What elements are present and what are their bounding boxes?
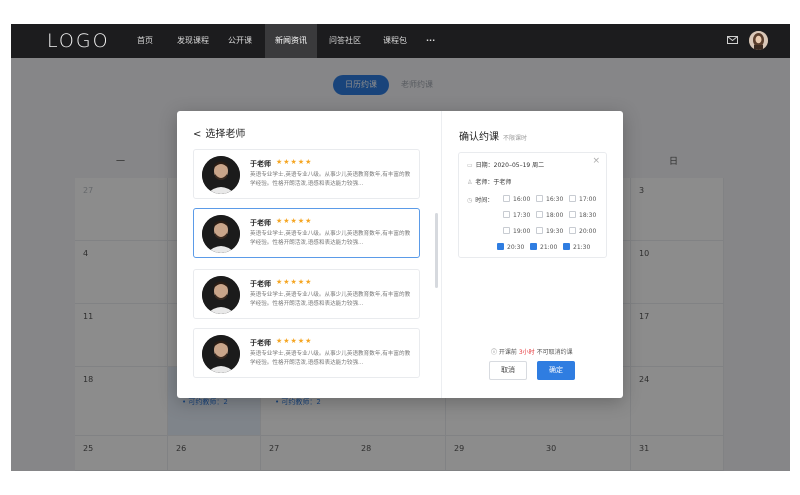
clock-icon: ◷ <box>467 197 473 204</box>
logo[interactable]: LOGO <box>47 30 110 52</box>
nav-item-news[interactable]: 新闻资讯 <box>265 24 317 58</box>
teacher-card[interactable]: 于老师 ★★★★★ 英语专业学士,英语专业八级。从事少儿英语教育数年,有丰富的教学经… <box>193 149 420 199</box>
time-slot-label: 21:00 <box>540 244 558 251</box>
date-value: 日期：2020–05–19 周二 <box>475 162 545 169</box>
teacher-name: 于老师 <box>250 280 271 288</box>
booking-modal: < 选择老师 于老师 ★★★★★ 英语专业学士,英语专业八级。从事少儿英语教育数年,有… <box>177 111 623 398</box>
teacher-photo <box>202 335 240 373</box>
top-nav: LOGO 首页 发现课程 公开课 新闻资讯 问答社区 课程包 ··· <box>11 24 790 58</box>
checkbox-icon[interactable] <box>503 227 510 234</box>
teacher-description: 英语专业学士,英语专业八级。从事少儿英语教育数年,有丰富的教学经验。性格开朗活泼… <box>250 292 411 307</box>
teacher-name: 于老师 <box>250 339 271 347</box>
time-slot-label: 16:30 <box>546 196 564 203</box>
note-hours: 3小时 <box>518 349 535 356</box>
time-slot-label: 17:30 <box>513 212 531 219</box>
time-slot-label: 18:00 <box>546 212 564 219</box>
teacher-photo <box>202 276 240 314</box>
confirm-button[interactable]: 确定 <box>537 361 575 380</box>
nav-item-discover[interactable]: 发现课程 <box>167 24 219 58</box>
teacher-description: 英语专业学士,英语专业八级。从事少儿英语教育数年,有丰富的教学经验。性格开朗活泼… <box>250 351 411 366</box>
checkbox-icon[interactable] <box>530 243 537 250</box>
teacher-photo <box>202 156 240 194</box>
booking-info-box: × ▭ 日期：2020–05–19 周二 ♙ 老师：于老师 ◷ 时间： 16:00 16… <box>458 152 607 258</box>
list-scrollbar[interactable] <box>435 213 438 288</box>
rating-stars-icon: ★★★★★ <box>276 158 313 166</box>
time-slot-label: 20:30 <box>507 244 525 251</box>
nav-item-packages[interactable]: 课程包 <box>373 24 417 58</box>
checkbox-icon[interactable] <box>503 195 510 202</box>
teacher-name: 于老师 <box>250 160 271 168</box>
checkbox-icon[interactable] <box>536 227 543 234</box>
checkbox-icon[interactable] <box>503 211 510 218</box>
time-slot-checkbox[interactable]: 21:00 <box>530 243 557 251</box>
select-teacher-title: < 选择老师 <box>193 125 245 140</box>
time-slot-checkbox[interactable]: 18:00 <box>536 211 563 219</box>
checkbox-icon[interactable] <box>569 195 576 202</box>
close-icon[interactable]: × <box>592 156 600 166</box>
time-slot-label: 17:00 <box>579 196 597 203</box>
teacher-photo <box>202 215 240 253</box>
nav-item-more[interactable]: ··· <box>416 24 445 58</box>
confirm-panel: 确认约课 不限课时 × ▭ 日期：2020–05–19 周二 ♙ 老师：于老师 ◷ 时间… <box>443 111 623 398</box>
time-row: ◷ 时间： <box>467 195 493 204</box>
confirm-title: 确认约课 不限课时 <box>459 128 527 143</box>
teacher-row: ♙ 老师：于老师 <box>467 177 511 186</box>
time-slot-checkbox[interactable]: 20:00 <box>569 227 596 235</box>
nav-item-qa[interactable]: 问答社区 <box>319 24 371 58</box>
teacher-value: 老师：于老师 <box>475 179 512 186</box>
rating-stars-icon: ★★★★★ <box>276 278 313 286</box>
teacher-name: 于老师 <box>250 219 271 227</box>
nav-item-open-class[interactable]: 公开课 <box>218 24 262 58</box>
back-chevron-icon[interactable]: < <box>193 129 201 140</box>
time-slot-label: 16:00 <box>513 196 531 203</box>
time-label: 时间： <box>475 197 494 204</box>
time-slot-label: 20:00 <box>579 228 597 235</box>
checkbox-icon[interactable] <box>563 243 570 250</box>
time-slot-checkbox[interactable]: 17:00 <box>569 195 596 203</box>
rating-stars-icon: ★★★★★ <box>276 337 313 345</box>
teacher-list-panel: < 选择老师 于老师 ★★★★★ 英语专业学士,英语专业八级。从事少儿英语教育数年,有… <box>177 111 442 398</box>
note-prefix: 开课前 <box>498 349 517 356</box>
time-slot-checkbox[interactable]: 19:30 <box>536 227 563 235</box>
time-slot-checkbox[interactable]: 16:30 <box>536 195 563 203</box>
date-row: ▭ 日期：2020–05–19 周二 <box>467 160 544 169</box>
checkbox-icon[interactable] <box>497 243 504 250</box>
time-slot-checkbox[interactable]: 21:30 <box>563 243 590 251</box>
app-frame: 日历约课 老师约课 一日 27 3 4 10 11 17 18 • 可约教师：2 • 可约教师：2 2… <box>11 24 790 471</box>
checkbox-icon[interactable] <box>569 211 576 218</box>
info-icon: ⓘ <box>491 349 499 356</box>
time-slot-checkbox[interactable]: 19:00 <box>503 227 530 235</box>
unlimited-lessons-label: 不限课时 <box>503 135 528 142</box>
time-slot-label: 19:00 <box>513 228 531 235</box>
time-slot-checkbox[interactable]: 16:00 <box>503 195 530 203</box>
confirm-title-label: 确认约课 <box>459 132 499 143</box>
teacher-card[interactable]: 于老师 ★★★★★ 英语专业学士,英语专业八级。从事少儿英语教育数年,有丰富的教学经… <box>193 208 420 258</box>
select-teacher-label: 选择老师 <box>205 129 246 140</box>
cancel-policy-note: ⓘ 开课前 3小时 不可取消约课 <box>491 347 573 356</box>
teacher-description: 英语专业学士,英语专业八级。从事少儿英语教育数年,有丰富的教学经验。性格开朗活泼… <box>250 231 411 246</box>
checkbox-icon[interactable] <box>536 211 543 218</box>
checkbox-icon[interactable] <box>569 227 576 234</box>
time-slot-label: 21:30 <box>573 244 591 251</box>
teacher-card[interactable]: 于老师 ★★★★★ 英语专业学士,英语专业八级。从事少儿英语教育数年,有丰富的教学经… <box>193 328 420 378</box>
teacher-card[interactable]: 于老师 ★★★★★ 英语专业学士,英语专业八级。从事少儿英语教育数年,有丰富的教学经… <box>193 269 420 319</box>
calendar-icon: ▭ <box>467 162 473 169</box>
time-slot-checkbox[interactable]: 20:30 <box>497 243 524 251</box>
user-avatar[interactable] <box>749 31 768 50</box>
time-slot-checkbox[interactable]: 18:30 <box>569 211 596 219</box>
time-slot-checkbox[interactable]: 17:30 <box>503 211 530 219</box>
teacher-description: 英语专业学士,英语专业八级。从事少儿英语教育数年,有丰富的教学经验。性格开朗活泼… <box>250 172 411 187</box>
cancel-button[interactable]: 取消 <box>489 361 527 380</box>
note-suffix: 不可取消约课 <box>536 349 573 356</box>
mail-icon[interactable] <box>727 36 738 44</box>
checkbox-icon[interactable] <box>536 195 543 202</box>
person-icon: ♙ <box>467 179 473 186</box>
time-slot-label: 19:30 <box>546 228 564 235</box>
rating-stars-icon: ★★★★★ <box>276 217 313 225</box>
nav-item-home[interactable]: 首页 <box>127 24 163 58</box>
time-slot-label: 18:30 <box>579 212 597 219</box>
